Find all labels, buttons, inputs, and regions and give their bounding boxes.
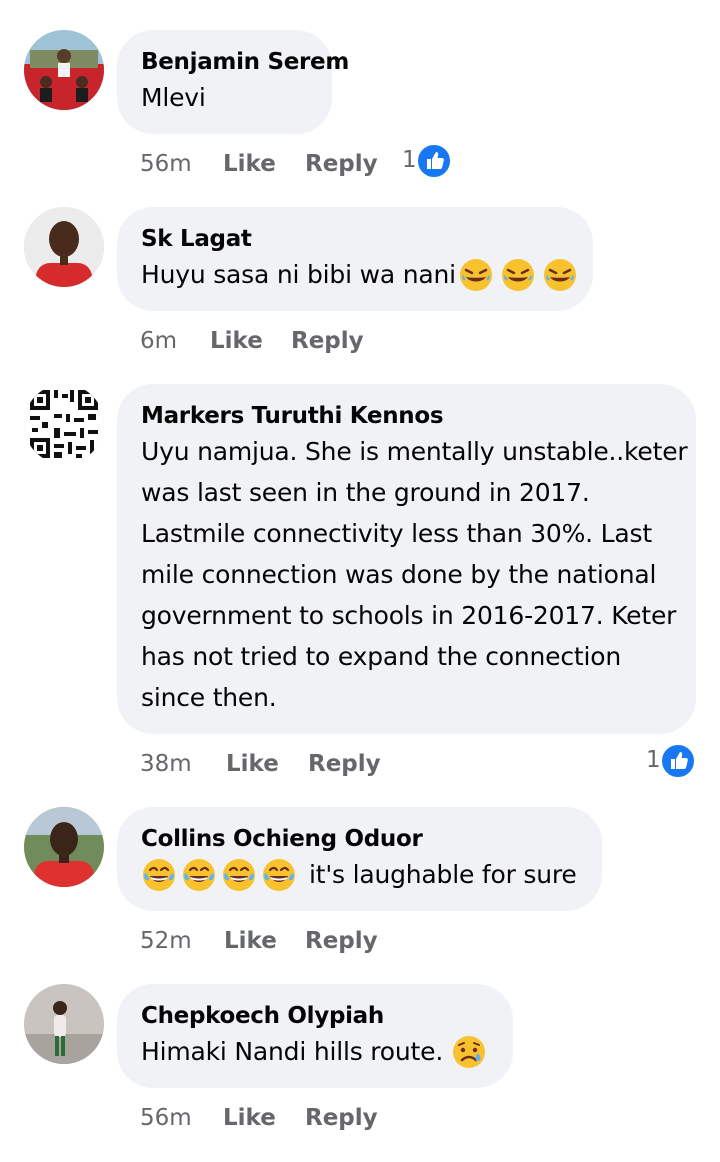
like-button[interactable]: Like — [224, 926, 277, 956]
reaction-summary[interactable]: 1 — [402, 143, 454, 179]
comment-author[interactable]: Benjamin Serem — [141, 47, 349, 77]
comment-author[interactable]: Collins Ochieng Oduor — [141, 824, 578, 854]
face-with-tears-of-joy-icon — [141, 857, 179, 895]
comment-text-line: Lastmile connectivity less than 30%. Las… — [141, 519, 652, 548]
comment-bubble: Sk Lagat Huyu sasa ni bibi wa nani — [117, 207, 593, 311]
comment-bubble: Benjamin Serem Mlevi — [117, 30, 349, 134]
like-reaction-icon — [660, 743, 696, 779]
qr-code-avatar — [24, 384, 104, 464]
comment-timestamp: 38m — [140, 751, 192, 777]
comment-text-block: Uyu namjua. She is mentally unstable..ke… — [141, 431, 688, 718]
reply-button[interactable]: Reply — [305, 926, 378, 956]
comment-text-line: government to schools in 2016-2017. Kete… — [141, 601, 677, 630]
crying-face-icon — [451, 1034, 489, 1072]
avatar-photo — [24, 984, 104, 1064]
comment-author[interactable]: Chepkoech Olypiah — [141, 1001, 489, 1031]
comment-timestamp: 52m — [140, 928, 192, 954]
avatar[interactable] — [24, 984, 104, 1064]
comment-author[interactable]: Sk Lagat — [141, 224, 569, 254]
comment-text-row: Huyu sasa ni bibi wa nani — [141, 254, 576, 295]
comment-text-row: Himaki Nandi hills route. — [141, 1031, 489, 1072]
comment-bubble: Collins Ochieng Oduor it's laughable for… — [117, 807, 602, 911]
comment-actions: 52m Like Reply — [140, 926, 400, 956]
face-with-tears-of-joy-icon — [181, 857, 219, 895]
avatar[interactable] — [24, 207, 104, 287]
avatar[interactable] — [24, 384, 104, 464]
comment-text-row: it's laughable for sure — [141, 854, 578, 895]
like-button[interactable]: Like — [223, 1103, 276, 1133]
comment-text: Himaki Nandi hills route. — [141, 1037, 444, 1066]
rolling-on-floor-laughing-icon — [542, 257, 580, 295]
reply-button[interactable]: Reply — [291, 326, 364, 356]
avatar[interactable] — [24, 30, 104, 110]
reply-button[interactable]: Reply — [305, 1103, 378, 1133]
comment-text: Mlevi — [141, 83, 206, 112]
like-reaction-icon — [416, 143, 452, 179]
face-with-tears-of-joy-icon — [261, 857, 299, 895]
comment-bubble: Chepkoech Olypiah Himaki Nandi hills rou… — [117, 984, 513, 1088]
comment-text-line: was last seen in the ground in 2017. — [141, 478, 590, 507]
comment-actions: 6m Like Reply — [140, 326, 400, 356]
comment-text-line: since then. — [141, 683, 277, 712]
comment-actions: 38m Like Reply — [140, 749, 400, 779]
comment-actions: 56m Like Reply — [140, 1103, 400, 1133]
avatar-photo — [24, 807, 104, 887]
rolling-on-floor-laughing-icon — [500, 257, 538, 295]
reaction-count: 1 — [402, 147, 417, 173]
avatar-photo — [24, 207, 104, 287]
reply-button[interactable]: Reply — [305, 149, 378, 179]
like-button[interactable]: Like — [226, 749, 279, 779]
comment-text-line: mile connection was done by the national — [141, 560, 657, 589]
face-with-tears-of-joy-icon — [221, 857, 259, 895]
avatar-photo — [24, 30, 104, 110]
rolling-on-floor-laughing-icon — [458, 257, 496, 295]
reaction-count: 1 — [646, 747, 661, 773]
comment-timestamp: 56m — [140, 151, 192, 177]
comment-text-line: has not tried to expand the connection — [141, 642, 621, 671]
comment-timestamp: 56m — [140, 1105, 192, 1131]
like-button[interactable]: Like — [223, 149, 276, 179]
comment-bubble: Markers Turuthi Kennos Uyu namjua. She i… — [117, 384, 696, 734]
reply-button[interactable]: Reply — [308, 749, 381, 779]
comment-thread: Benjamin Serem Mlevi 56m Like Reply 1 Sk — [0, 0, 720, 1162]
avatar[interactable] — [24, 807, 104, 887]
comment-text-line: Uyu namjua. She is mentally unstable..ke… — [141, 437, 688, 466]
like-button[interactable]: Like — [210, 326, 263, 356]
reaction-summary[interactable]: 1 — [646, 743, 698, 779]
comment-author[interactable]: Markers Turuthi Kennos — [141, 401, 672, 431]
comment-text: it's laughable for sure — [309, 860, 577, 889]
comment-timestamp: 6m — [140, 328, 178, 354]
comment-actions: 56m Like Reply — [140, 149, 400, 179]
comment-text: Huyu sasa ni bibi wa nani — [141, 260, 456, 289]
